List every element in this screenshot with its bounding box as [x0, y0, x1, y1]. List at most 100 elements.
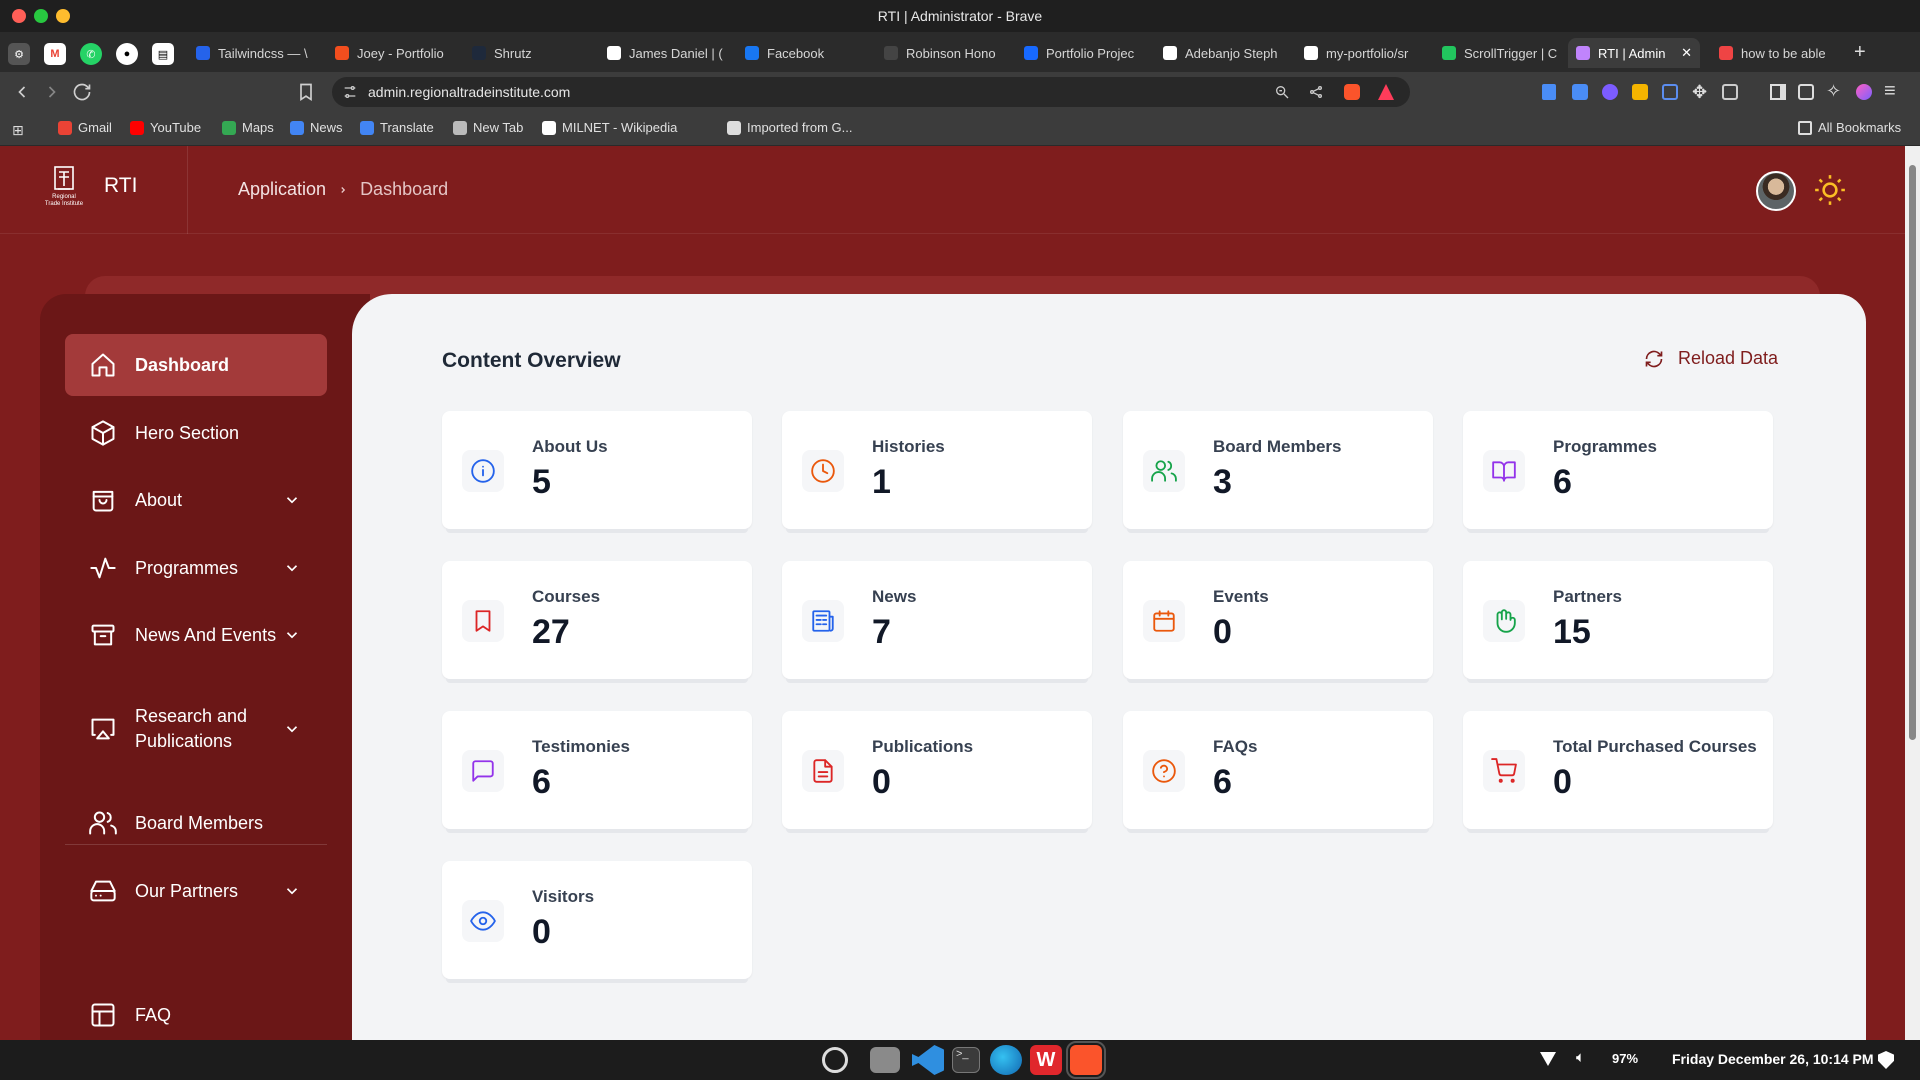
theme-toggle-sun-icon[interactable] — [1813, 173, 1847, 207]
pinned-tab-github[interactable]: ● — [116, 43, 138, 65]
apps-grid-icon[interactable]: ⊞ — [12, 122, 28, 138]
bookmark-item[interactable]: Translate — [360, 120, 434, 135]
extension-bubble-icon[interactable] — [1602, 84, 1618, 100]
browser-tab[interactable]: Tailwindcss — \ — [188, 38, 313, 68]
sidebar-item[interactable]: News And Events — [65, 604, 327, 666]
browser-tab[interactable]: my-portfolio/sr — [1296, 38, 1421, 68]
close-tab-icon[interactable]: ✕ — [1681, 45, 1692, 61]
sidebar-item[interactable]: FAQ — [65, 984, 327, 1040]
sidebar-item[interactable]: About — [65, 469, 327, 531]
profile-icon[interactable] — [1856, 84, 1872, 100]
stat-card[interactable]: About Us 5 — [442, 411, 752, 529]
pinned-tab-gmail[interactable]: M — [44, 43, 66, 65]
terminal-app-icon[interactable]: >_ — [952, 1047, 980, 1073]
stat-card[interactable]: Events 0 — [1123, 561, 1433, 679]
sidebar-item[interactable]: Programmes — [65, 537, 327, 599]
stat-card-value: 0 — [532, 913, 551, 951]
browser-tab[interactable]: Joey - Portfolio — [327, 38, 452, 68]
extensions-puzzle-icon[interactable]: ✥ — [1692, 82, 1707, 103]
brave-app-icon[interactable] — [1066, 1041, 1106, 1079]
bookmark-item[interactable]: MILNET - Wikipedia — [542, 120, 677, 135]
bookmark-item[interactable]: YouTube — [130, 120, 201, 135]
browser-tab[interactable]: how to be able — [1711, 38, 1836, 68]
browser-tab[interactable]: James Daniel | ( — [599, 38, 724, 68]
files-app-icon[interactable] — [870, 1047, 900, 1073]
leo-ai-icon[interactable]: ✧ — [1826, 81, 1841, 102]
stat-card[interactable]: Board Members 3 — [1123, 411, 1433, 529]
sidebar-toggle-icon[interactable] — [1770, 84, 1786, 100]
reload-data-button[interactable]: Reload Data — [1644, 348, 1778, 369]
user-avatar[interactable] — [1756, 171, 1796, 211]
maximize-window-button[interactable] — [34, 9, 48, 23]
hard-drive-icon — [90, 880, 116, 902]
pinned-tab-whatsapp[interactable]: ✆ — [80, 43, 102, 65]
sidebar-item[interactable]: Research and Publications — [65, 694, 327, 764]
stat-card[interactable]: Courses 27 — [442, 561, 752, 679]
wallet-icon[interactable] — [1798, 84, 1814, 100]
address-bar[interactable]: admin.regionaltradeinstitute.com — [332, 77, 1410, 107]
stat-card[interactable]: Histories 1 — [782, 411, 1092, 529]
browser-tab[interactable]: Robinson Hono — [876, 38, 1001, 68]
battery-indicator[interactable]: 97% — [1612, 1051, 1638, 1066]
wps-app-icon[interactable]: W — [1030, 1045, 1062, 1075]
browser-tab[interactable]: ScrollTrigger | C — [1434, 38, 1559, 68]
bookmark-item[interactable]: Maps — [222, 120, 274, 135]
brave-shields-icon[interactable] — [1344, 84, 1360, 100]
sidebar-item[interactable]: Hero Section — [65, 402, 327, 464]
stat-card[interactable]: Visitors 0 — [442, 861, 752, 979]
bookmark-icon — [475, 610, 491, 632]
bookmark-item[interactable]: New Tab — [453, 120, 523, 135]
forward-icon[interactable] — [42, 82, 62, 102]
stat-card[interactable]: Partners 15 — [1463, 561, 1773, 679]
extension-frame-icon[interactable] — [1662, 84, 1678, 100]
extension-docs-icon[interactable] — [1542, 84, 1556, 100]
browser-tab[interactable]: Facebook — [737, 38, 862, 68]
sidebar-item[interactable]: Our Partners — [65, 860, 327, 922]
browser-tab[interactable]: Adebanjo Steph — [1155, 38, 1280, 68]
browser-tab[interactable]: Shrutz — [464, 38, 589, 68]
tab-title: Portfolio Projec — [1046, 45, 1135, 61]
stat-card[interactable]: News 7 — [782, 561, 1092, 679]
ubuntu-launcher-icon[interactable] — [822, 1047, 848, 1073]
logo-caption-line-2: Trade Institute — [44, 201, 84, 207]
stat-card[interactable]: FAQs 6 — [1123, 711, 1433, 829]
wifi-icon[interactable] — [1540, 1052, 1556, 1066]
stat-card[interactable]: Total Purchased Courses 0 — [1463, 711, 1773, 829]
bookmark-page-icon[interactable] — [296, 82, 316, 102]
rti-logo[interactable]: Regional Trade Institute — [36, 164, 92, 216]
security-shield-icon[interactable] — [1878, 1051, 1894, 1069]
close-window-button[interactable] — [12, 9, 26, 23]
zoom-icon[interactable] — [1274, 84, 1290, 100]
bookmark-favicon-icon — [58, 120, 72, 135]
pinned-tab-notes[interactable]: ▤ — [152, 43, 174, 65]
system-clock[interactable]: Friday December 26, 10:14 PM — [1672, 1051, 1874, 1067]
browser-tab[interactable]: Portfolio Projec — [1016, 38, 1141, 68]
stat-card[interactable]: Programmes 6 — [1463, 411, 1773, 529]
extension-f-icon[interactable] — [1572, 84, 1588, 100]
sidebar-item[interactable]: Dashboard — [65, 334, 327, 396]
vscode-app-icon[interactable] — [912, 1045, 944, 1075]
bookmark-item[interactable]: News — [290, 120, 343, 135]
edge-app-icon[interactable] — [990, 1045, 1022, 1075]
page-scrollbar-thumb[interactable] — [1909, 165, 1916, 740]
bookmark-item[interactable]: Gmail — [58, 120, 112, 135]
back-icon[interactable] — [12, 82, 32, 102]
minimize-window-button[interactable] — [56, 9, 70, 23]
browser-tab[interactable]: RTI | Admin ✕ — [1568, 38, 1700, 68]
volume-icon[interactable]: 🔈︎ — [1576, 1049, 1585, 1066]
site-settings-icon[interactable] — [342, 84, 358, 100]
new-tab-button[interactable]: + — [1854, 41, 1866, 64]
extension-tag-icon[interactable] — [1632, 84, 1648, 100]
bookmark-item[interactable]: Imported from G... — [727, 120, 852, 135]
screenshot-icon[interactable] — [1722, 84, 1738, 100]
menu-icon[interactable]: ≡ — [1884, 80, 1896, 103]
pinned-tab-settings[interactable]: ⚙ — [8, 43, 30, 65]
tab-title: James Daniel | ( — [629, 45, 723, 61]
stat-card[interactable]: Testimonies 6 — [442, 711, 752, 829]
share-icon[interactable] — [1308, 84, 1324, 100]
reload-icon[interactable] — [72, 82, 92, 102]
breadcrumb-application[interactable]: Application — [238, 179, 326, 200]
stat-card[interactable]: Publications 0 — [782, 711, 1092, 829]
brave-rewards-icon[interactable] — [1378, 84, 1394, 100]
all-bookmarks[interactable]: All Bookmarks — [1798, 120, 1901, 135]
